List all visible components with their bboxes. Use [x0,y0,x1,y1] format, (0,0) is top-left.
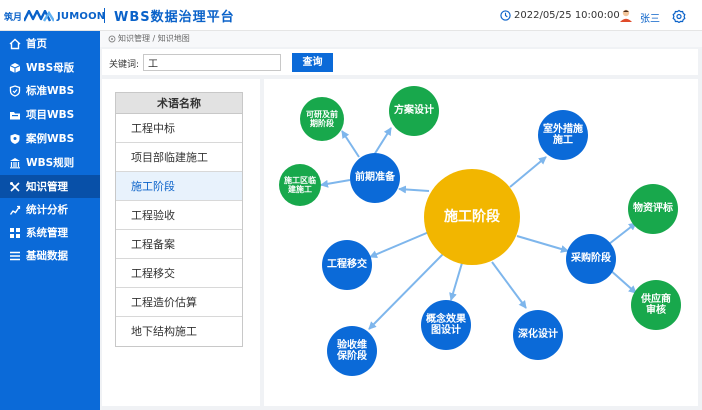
app-title: WBS数据治理平台 [114,10,235,25]
clock-icon [500,10,511,21]
term-list-header: 术语名称 [116,93,242,114]
home-icon [9,38,21,49]
map-node-handover[interactable]: 工程移交 [322,240,372,290]
search-button[interactable]: 查询 [292,53,333,72]
sidebar-item-system[interactable]: 系统管理 [0,221,100,244]
top-header: 筑月 JUMOON WBS数据治理平台 2022/05/25 10:00:00 … [0,0,702,31]
sidebar-item-label: 标准WBS [26,85,75,97]
sidebar-item-standard-wbs[interactable]: 标准WBS [0,79,100,102]
sidebar: 首页 WBS母版 标准WBS 项目WBS 案例WBS WBS规则 知识管理 统计… [0,31,100,410]
link-prep-scheme [373,127,392,156]
header-separator [104,8,105,23]
term-list-item-selected[interactable]: 施工阶段 [116,172,242,201]
sidebar-item-wbs-master[interactable]: WBS母版 [0,56,100,79]
map-node-material-bid[interactable]: 物资评标 [628,184,678,234]
avatar[interactable] [619,8,633,22]
link-center-handover [369,231,430,258]
sidebar-item-label: 知识管理 [26,181,68,193]
link-center-procure [516,235,569,253]
sidebar-item-statistics[interactable]: 统计分析 [0,198,100,221]
link-center-deepen [491,261,527,309]
grid-icon [10,227,20,238]
sidebar-item-wbs-rules[interactable]: WBS规则 [0,151,100,174]
map-node-center[interactable]: 施工阶段 [424,169,520,265]
map-node-prep[interactable]: 前期准备 [350,153,400,203]
link-prep-feasibility [341,130,360,158]
tools-icon [10,181,20,192]
term-list: 术语名称 工程中标 项目部临建施工 施工阶段 工程验收 工程备案 工程移交 工程… [115,92,243,347]
map-node-feasibility[interactable]: 可研及前期阶段 [300,97,344,141]
link-procure-supplier [608,268,637,294]
case-shield-icon [10,133,20,144]
breadcrumb-bar: 知识管理 / 知识地图 [100,31,702,47]
search-bar: 关键词: 查询 [102,49,698,75]
sidebar-item-label: 系统管理 [26,227,68,239]
map-node-temp-construction[interactable]: 施工区临建施工 [279,164,321,206]
knowledge-map: 施工阶段 可研及前期阶段 方案设计 前期准备 施工区临建施工 室外措施施工 物资… [264,79,698,406]
sidebar-item-label: 项目WBS [26,109,75,121]
location-icon [108,35,116,42]
term-list-item[interactable]: 地下结构施工 [116,317,242,346]
keyword-input[interactable] [143,54,281,71]
map-node-outdoor[interactable]: 室外措施施工 [538,110,588,160]
cube-icon [9,62,21,73]
sidebar-item-knowledge[interactable]: 知识管理 [0,175,100,198]
link-center-outdoor [509,156,547,188]
term-list-item[interactable]: 工程造价估算 [116,288,242,317]
link-prep-temp [320,179,351,188]
sidebar-item-label: 统计分析 [26,204,68,216]
map-node-concept-design[interactable]: 概念效果图设计 [421,300,471,350]
sidebar-item-home[interactable]: 首页 [0,32,100,55]
link-center-concept [449,262,463,301]
term-list-item[interactable]: 工程中标 [116,114,242,143]
datetime: 2022/05/25 10:00:00 [514,10,620,21]
sidebar-item-label: 基础数据 [26,250,68,262]
gear-icon[interactable] [672,9,686,23]
keyword-label: 关键词: [109,60,140,70]
sidebar-item-case-wbs[interactable]: 案例WBS [0,127,100,150]
sidebar-item-label: 首页 [26,38,47,50]
map-node-procure[interactable]: 采购阶段 [566,234,616,284]
term-list-item[interactable]: 工程验收 [116,201,242,230]
term-list-item[interactable]: 项目部临建施工 [116,143,242,172]
shield-icon [9,84,21,97]
link-center-prep [398,185,430,194]
logo: 筑月 JUMOON [4,8,105,24]
chart-icon [9,205,21,215]
breadcrumb: 知识管理 / 知识地图 [108,33,190,44]
map-node-scheme[interactable]: 方案设计 [389,86,439,136]
logo-mark-icon [24,10,55,22]
breadcrumb-text: 知识管理 / 知识地图 [118,34,190,43]
sidebar-item-project-wbs[interactable]: 项目WBS [0,103,100,126]
sidebar-item-label: 案例WBS [26,133,75,145]
logo-en: JUMOON [57,10,106,22]
logo-cn: 筑月 [4,12,23,23]
folder-icon [10,111,20,119]
map-node-acceptance[interactable]: 验收维保阶段 [327,326,377,376]
building-icon [10,157,20,168]
sidebar-item-label: WBS规则 [26,157,75,169]
map-node-supplier-review[interactable]: 供应商审核 [631,280,681,330]
term-list-item[interactable]: 工程移交 [116,259,242,288]
term-list-panel: 术语名称 工程中标 项目部临建施工 施工阶段 工程验收 工程备案 工程移交 工程… [102,79,260,406]
sidebar-item-label: WBS母版 [26,62,75,74]
link-procure-bid [608,222,637,245]
list-icon [10,251,20,260]
map-node-deepen-design[interactable]: 深化设计 [513,310,563,360]
user-name[interactable]: 张三 [640,10,660,25]
sidebar-item-base-data[interactable]: 基础数据 [0,244,100,267]
term-list-item[interactable]: 工程备案 [116,230,242,259]
